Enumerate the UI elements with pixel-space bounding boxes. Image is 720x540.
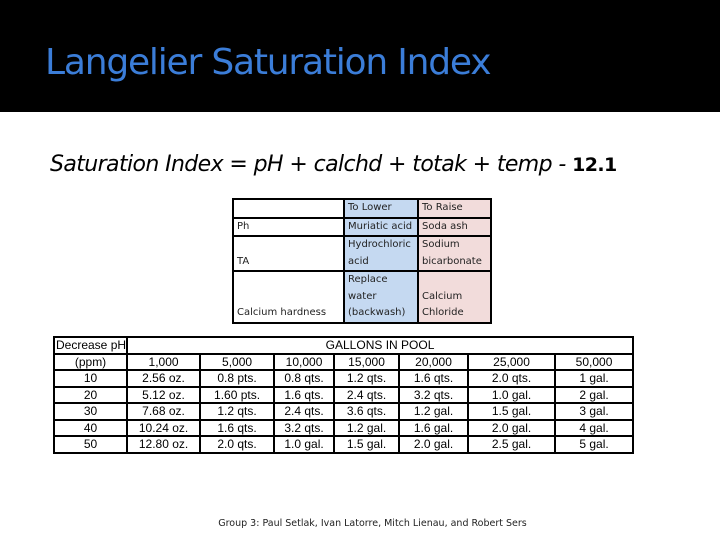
- to-raise-line: Sodium: [422, 239, 460, 250]
- dose-cell: 1.6 qts.: [273, 385, 336, 404]
- dose-cell: 2.5 gal.: [467, 435, 557, 454]
- to-raise-line: Chloride: [422, 307, 464, 318]
- column-header: 1,000: [126, 352, 202, 371]
- dose-cell: 1.6 qts.: [199, 418, 276, 437]
- to-raise-line: Soda ash: [422, 220, 468, 232]
- dose-cell: 1.2 qts.: [333, 369, 401, 388]
- column-header: 20,000: [398, 352, 470, 371]
- dose-cell: 2.4 qts.: [333, 385, 401, 404]
- treatment-to-lower: Hydrochloric acid: [343, 235, 419, 272]
- dose-cell: 10.24 oz.: [126, 418, 202, 437]
- treatment-header-to-raise: To Raise: [417, 198, 492, 219]
- treatment-row: TA Hydrochloric acid Sodium bicarbonate: [232, 235, 492, 272]
- dose-cell: 1.6 qts.: [398, 369, 470, 388]
- dose-cell: 1.60 pts.: [199, 385, 276, 404]
- ppm-cell: 30: [52, 402, 129, 421]
- treatment-header-parameter: [232, 198, 345, 219]
- dose-cell: 7.68 oz.: [126, 402, 202, 421]
- treatment-row: Ph Muriatic acid Soda ash: [232, 216, 492, 237]
- dose-cell: 3.2 qts.: [398, 385, 470, 404]
- dose-cell: 1.2 qts.: [199, 402, 276, 421]
- dose-cell: 12.80 oz.: [126, 435, 202, 454]
- treatment-table: To Lower To Raise Ph Muriatic acid Soda …: [232, 198, 492, 324]
- saturation-formula: Saturation Index = pH + calchd + totak +…: [50, 150, 617, 180]
- dose-cell: 2.0 qts.: [199, 435, 276, 454]
- treatment-to-lower: Replace water (backwash): [343, 270, 419, 324]
- to-lower-line: acid: [348, 255, 369, 267]
- treatment-header-to-lower: To Lower: [343, 198, 419, 219]
- to-lower-line: water: [348, 290, 377, 302]
- table-row: 10 2.56 oz. 0.8 pts. 0.8 qts. 1.2 qts. 1…: [52, 369, 635, 388]
- treatment-to-raise: Calcium Chloride: [417, 270, 492, 324]
- dose-cell: 1.2 gal.: [333, 418, 401, 437]
- dose-cell: 1.2 gal.: [398, 402, 470, 421]
- ppm-cell: 40: [52, 418, 129, 437]
- slide-title: Langelier Saturation Index: [45, 42, 492, 83]
- title-banner: Langelier Saturation Index: [0, 0, 720, 112]
- treatment-parameter: Calcium hardness: [232, 270, 345, 324]
- to-raise-line: bicarbonate: [422, 255, 482, 267]
- group-header: GALLONS IN POOL: [126, 336, 635, 355]
- unit-label: (ppm): [52, 352, 129, 371]
- treatment-parameter: TA: [232, 235, 345, 272]
- dose-cell: 0.8 pts.: [199, 369, 276, 388]
- treatment-to-raise: Sodium bicarbonate: [417, 235, 492, 272]
- dose-cell: 1.6 gal.: [398, 418, 470, 437]
- dose-cell: 1.0 gal.: [273, 435, 336, 454]
- column-header: 10,000: [273, 352, 336, 371]
- table-row: 30 7.68 oz. 1.2 qts. 2.4 qts. 3.6 qts. 1…: [52, 402, 635, 421]
- treatment-to-lower: Muriatic acid: [343, 216, 419, 237]
- treatment-header-row: To Lower To Raise: [232, 198, 492, 219]
- dose-cell: 5.12 oz.: [126, 385, 202, 404]
- treatment-row: Calcium hardness Replace water (backwash…: [232, 270, 492, 324]
- dose-cell: 3 gal.: [554, 402, 635, 421]
- table-row: 40 10.24 oz. 1.6 qts. 3.2 qts. 1.2 gal. …: [52, 418, 635, 437]
- column-header: 50,000: [554, 352, 635, 371]
- dose-cell: 3.6 qts.: [333, 402, 401, 421]
- treatment-to-raise: Soda ash: [417, 216, 492, 237]
- column-header: 5,000: [199, 352, 276, 371]
- formula-expression: Saturation Index = pH + calchd + totak +…: [50, 152, 573, 177]
- to-lower-line: Hydrochloric: [348, 239, 411, 250]
- treatment-parameter: Ph: [232, 216, 345, 237]
- table-row: 50 12.80 oz. 2.0 qts. 1.0 gal. 1.5 gal. …: [52, 435, 635, 454]
- formula-constant: 12.1: [572, 154, 617, 176]
- to-lower-line: Muriatic acid: [348, 220, 413, 232]
- dose-cell: 2.0 gal.: [467, 418, 557, 437]
- column-header: 15,000: [333, 352, 401, 371]
- dose-cell: 5 gal.: [554, 435, 635, 454]
- dose-cell: 2.56 oz.: [126, 369, 202, 388]
- dose-cell: 2.0 gal.: [398, 435, 470, 454]
- ppm-cell: 10: [52, 369, 129, 388]
- corner-label: Decrease pH: [52, 336, 129, 355]
- dose-cell: 4 gal.: [554, 418, 635, 437]
- ppm-cell: 20: [52, 385, 129, 404]
- dose-cell: 1.0 gal.: [467, 385, 557, 404]
- dose-cell: 2.4 qts.: [273, 402, 336, 421]
- dose-cell: 0.8 qts.: [273, 369, 336, 388]
- gallons-table: Decrease pH GALLONS IN POOL (ppm) 1,000 …: [52, 336, 635, 454]
- dose-cell: 3.2 qts.: [273, 418, 336, 437]
- gallons-column-header-row: (ppm) 1,000 5,000 10,000 15,000 20,000 2…: [52, 352, 635, 371]
- dose-cell: 1.5 gal.: [333, 435, 401, 454]
- gallons-group-header-row: Decrease pH GALLONS IN POOL: [52, 336, 635, 355]
- author-footer: Group 3: Paul Setlak, Ivan Latorre, Mitc…: [218, 518, 527, 529]
- dose-cell: 2 gal.: [554, 385, 635, 404]
- to-raise-line: Calcium: [422, 290, 463, 302]
- column-header: 25,000: [467, 352, 557, 371]
- table-row: 20 5.12 oz. 1.60 pts. 1.6 qts. 2.4 qts. …: [52, 385, 635, 404]
- ppm-cell: 50: [52, 435, 129, 454]
- dose-cell: 2.0 qts.: [467, 369, 557, 388]
- dose-cell: 1.5 gal.: [467, 402, 557, 421]
- to-lower-line: (backwash): [348, 307, 406, 318]
- to-lower-line: Replace: [348, 274, 388, 285]
- dose-cell: 1 gal.: [554, 369, 635, 388]
